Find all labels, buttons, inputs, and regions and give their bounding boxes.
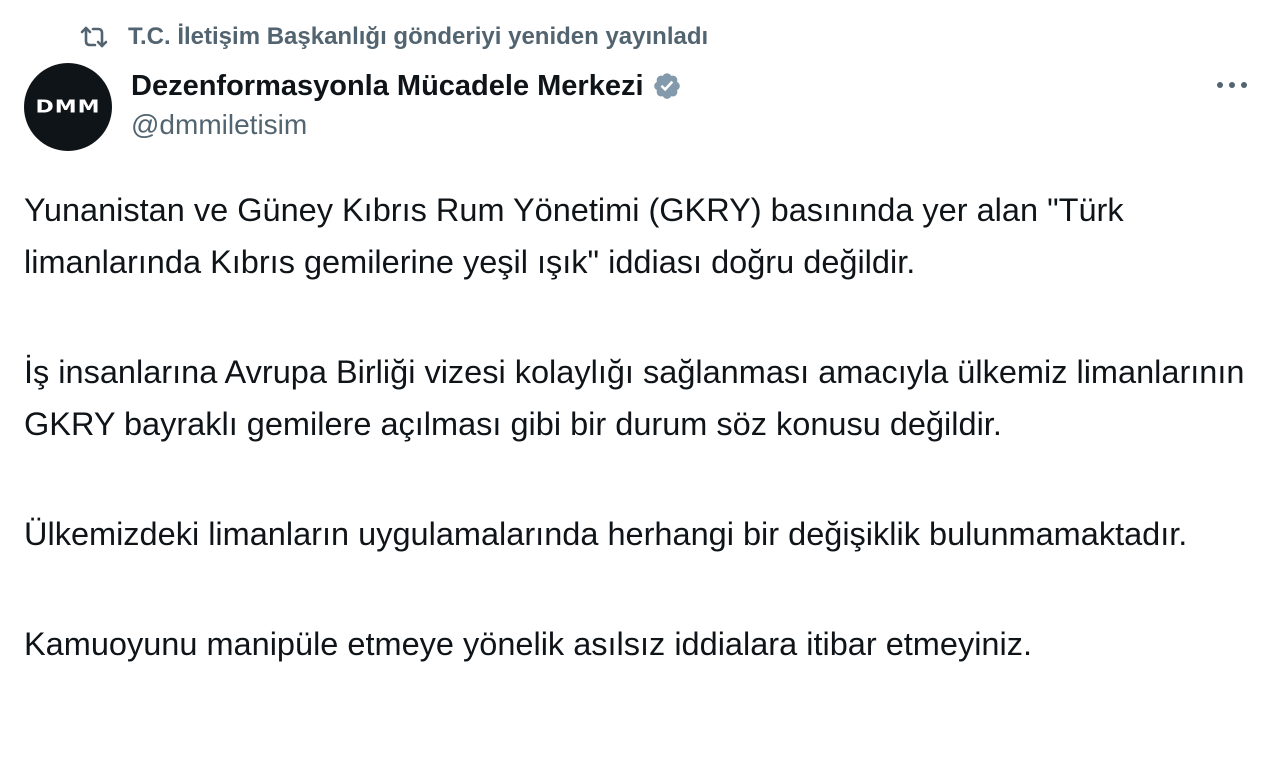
avatar-logo-text: DMM (35, 97, 101, 117)
author-name-row[interactable]: Dezenformasyonla Mücadele Merkezi (131, 66, 682, 106)
tweet-paragraph-4: Kamuoyunu manipüle etmeye yönelik asılsı… (24, 626, 1032, 662)
repost-icon (78, 23, 110, 51)
tweet-paragraph-2: İş insanlarına Avrupa Birliği vizesi kol… (24, 354, 1245, 442)
tweet-paragraph-1: Yunanistan ve Güney Kıbrıs Rum Yönetimi … (24, 192, 1124, 280)
more-horizontal-icon (1215, 77, 1249, 95)
author-display-name[interactable]: Dezenformasyonla Mücadele Merkezi (131, 70, 644, 103)
repost-indicator[interactable]: T.C. İletişim Başkanlığı gönderiyi yenid… (78, 20, 708, 54)
author-handle[interactable]: @dmmiletisim (131, 109, 307, 141)
verified-badge-icon (652, 71, 682, 101)
repost-text: T.C. İletişim Başkanlığı gönderiyi yenid… (128, 23, 709, 50)
tweet-text: Yunanistan ve Güney Kıbrıs Rum Yönetimi … (24, 184, 1254, 728)
tweet-paragraph-3: Ülkemizdeki limanların uygulamalarında h… (24, 516, 1188, 552)
more-options-button[interactable] (1212, 70, 1252, 102)
avatar[interactable]: DMM (24, 63, 112, 151)
